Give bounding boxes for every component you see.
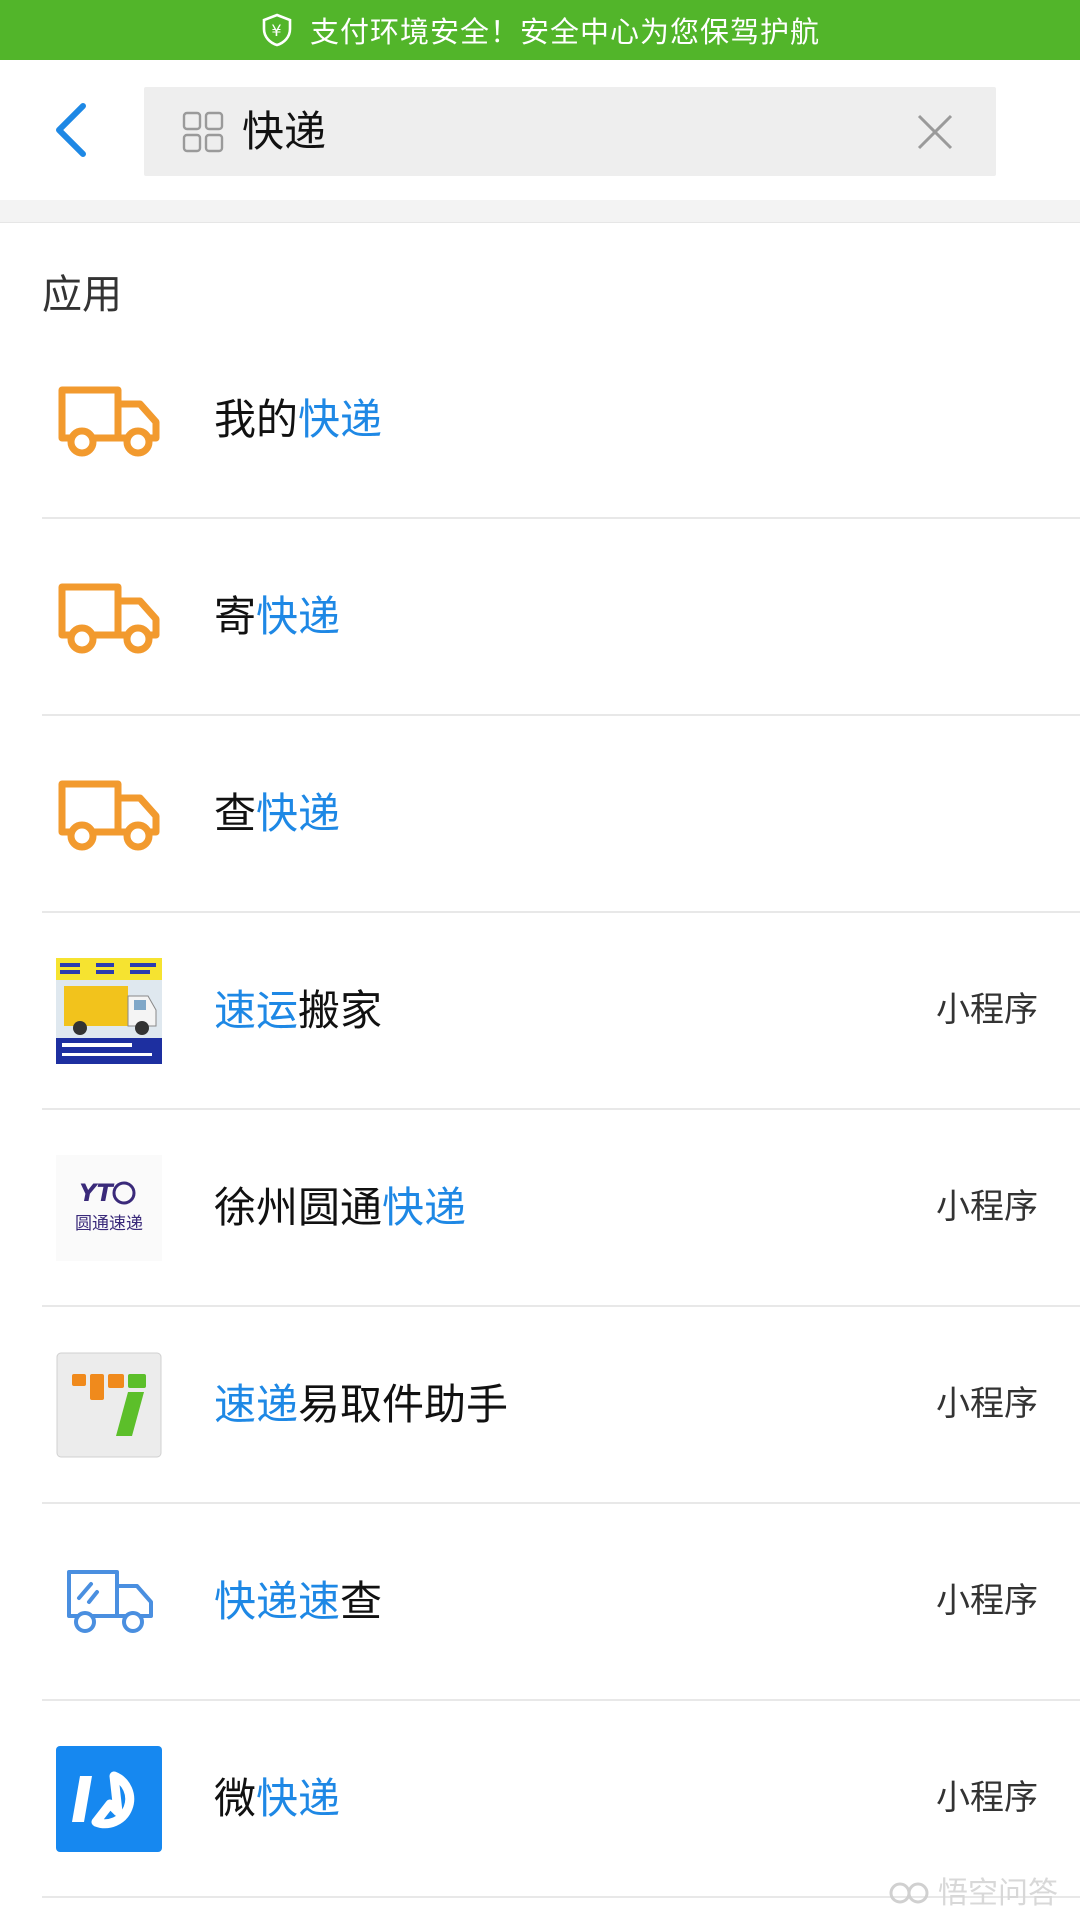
list-item[interactable]: 速运搬家 小程序 [42, 913, 1080, 1110]
truck-icon [56, 564, 162, 670]
svg-text:¥: ¥ [271, 21, 282, 40]
yto-logo: YT 圆通速递 [56, 1155, 162, 1261]
list-item[interactable]: 我的快递 [42, 322, 1080, 519]
blue-square-logo [56, 1746, 162, 1852]
search-header: 快递 [0, 60, 1080, 200]
name-prefix: 徐州圆通 [214, 1183, 383, 1232]
name-highlight: 快递 [256, 789, 341, 838]
name-highlight: 快递 [256, 592, 341, 641]
name-prefix: 我的 [214, 395, 299, 444]
type-tag: 小程序 [936, 1778, 1038, 1818]
back-button[interactable] [46, 100, 96, 160]
security-banner[interactable]: ¥ 支付环境安全！安全中心为您保驾护航 [0, 0, 1080, 60]
svg-text:YT: YT [79, 1179, 114, 1207]
watermark-text: 悟空问答 [938, 1876, 1058, 1911]
result-name: 快递速查 [214, 1504, 382, 1699]
truck-icon [56, 367, 162, 473]
chevron-left-icon [56, 103, 86, 157]
name-prefix: 微 [214, 1774, 257, 1823]
type-tag: 小程序 [936, 1384, 1038, 1424]
result-name: 我的快递 [214, 322, 382, 517]
clear-button[interactable] [914, 111, 956, 153]
name-prefix: 查 [214, 789, 257, 838]
name-highlight: 快递 [298, 395, 383, 444]
banner-text: 支付环境安全！安全中心为您保驾护航 [309, 15, 820, 49]
shield-icon: ¥ [262, 13, 292, 47]
list-item[interactable]: YT 圆通速递 徐州圆通快递 小程序 [42, 1110, 1080, 1307]
name-suffix: 易取件助手 [298, 1380, 509, 1429]
list-item[interactable]: 查快递 [42, 716, 1080, 913]
truck-icon [56, 761, 162, 867]
moving-truck-photo [56, 958, 162, 1064]
watermark: 悟空问答 [888, 1868, 1058, 1912]
type-tag: 小程序 [936, 1187, 1038, 1227]
type-tag: 小程序 [936, 1581, 1038, 1621]
name-highlight: 快递 [382, 1183, 467, 1232]
result-list: 我的快递 寄快递 查快递 速运搬家 小程序 YT 圆通速递 徐州圆通快递 小程序… [0, 322, 1080, 1898]
outline-truck-icon [56, 1549, 162, 1655]
name-suffix: 查 [340, 1577, 383, 1626]
name-highlight: 快递速 [214, 1577, 341, 1626]
result-name: 速递易取件助手 [214, 1307, 508, 1502]
result-name: 微快递 [214, 1701, 340, 1896]
wukong-logo-icon [889, 1882, 929, 1904]
list-item[interactable]: 速递易取件助手 小程序 [42, 1307, 1080, 1504]
name-prefix: 寄 [214, 592, 257, 641]
type-tag: 小程序 [936, 990, 1038, 1030]
list-item[interactable]: 寄快递 [42, 519, 1080, 716]
grid-icon [182, 111, 224, 153]
svg-text:圆通速递: 圆通速递 [75, 1214, 143, 1234]
stripe-logo [56, 1352, 162, 1458]
search-query[interactable]: 快递 [242, 87, 326, 176]
result-name: 徐州圆通快递 [214, 1110, 466, 1305]
name-highlight: 快递 [256, 1774, 341, 1823]
name-suffix: 搬家 [298, 986, 383, 1035]
search-input[interactable]: 快递 [144, 87, 996, 176]
name-highlight: 速运 [214, 986, 299, 1035]
section-title: 应用 [42, 272, 122, 318]
name-highlight: 速递 [214, 1380, 299, 1429]
list-item[interactable]: 快递速查 小程序 [42, 1504, 1080, 1701]
result-name: 查快递 [214, 716, 340, 911]
result-name: 速运搬家 [214, 913, 382, 1108]
result-name: 寄快递 [214, 519, 340, 714]
divider [0, 200, 1080, 223]
close-icon [917, 114, 953, 150]
